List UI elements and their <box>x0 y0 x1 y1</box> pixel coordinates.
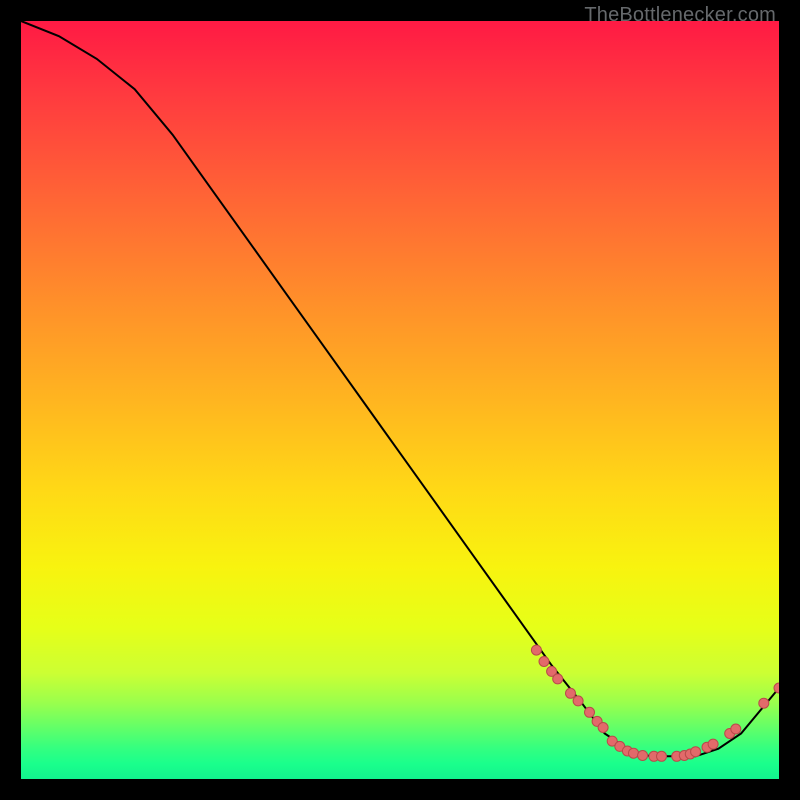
data-marker <box>566 688 576 698</box>
data-marker <box>573 696 583 706</box>
plot-area <box>21 21 779 779</box>
data-marker <box>598 723 608 733</box>
data-marker <box>553 674 563 684</box>
bottleneck-curve <box>21 21 779 756</box>
data-marker <box>657 751 667 761</box>
data-marker <box>638 751 648 761</box>
chart-root: TheBottlenecker.com <box>0 0 800 800</box>
data-marker <box>759 698 769 708</box>
data-marker <box>629 748 639 758</box>
data-marker <box>708 739 718 749</box>
chart-svg <box>21 21 779 779</box>
data-marker <box>774 683 779 693</box>
curve-path <box>21 21 779 756</box>
data-marker <box>531 645 541 655</box>
data-marker <box>585 707 595 717</box>
data-marker <box>539 657 549 667</box>
data-marker <box>691 747 701 757</box>
data-marker <box>731 724 741 734</box>
data-markers <box>531 645 779 761</box>
